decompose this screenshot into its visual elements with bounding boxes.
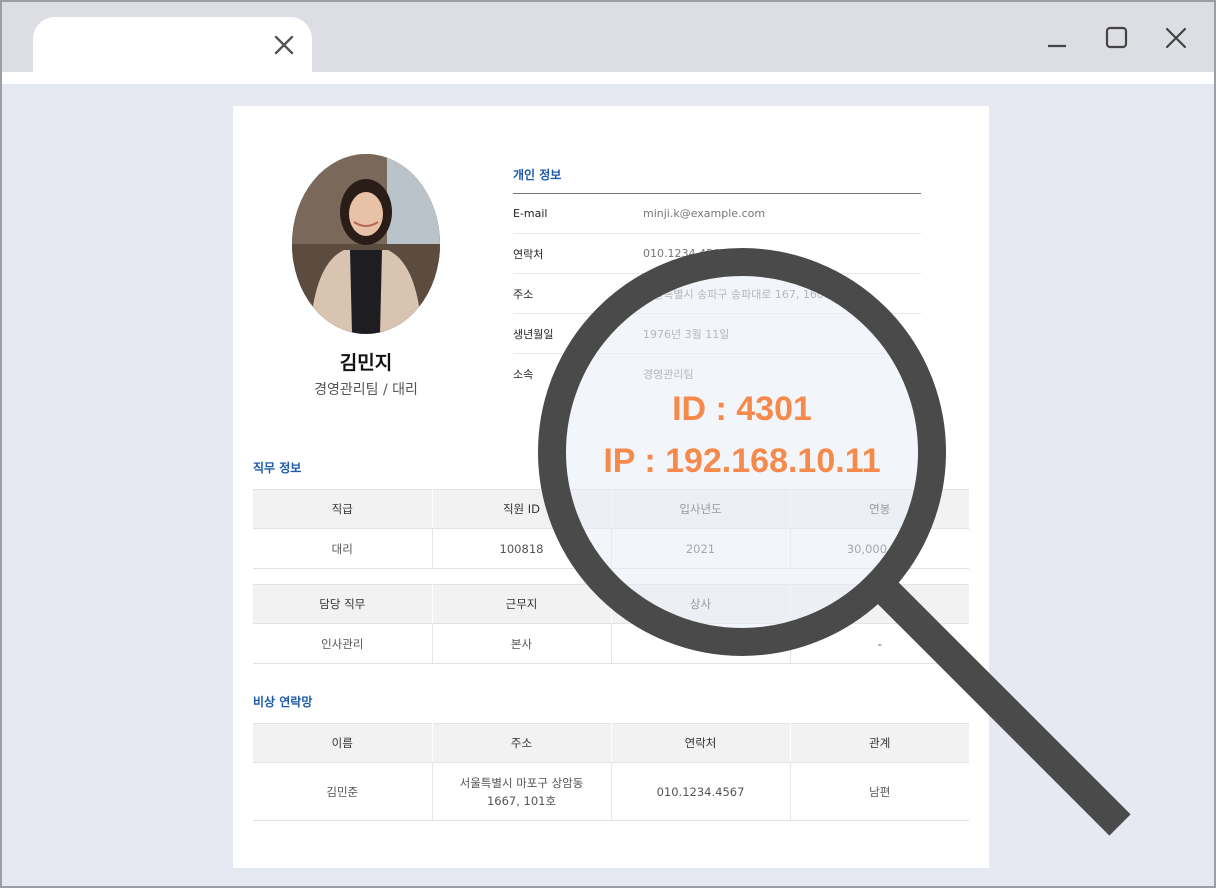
table-row: 대리 100818 2021 30,000,000 xyxy=(253,528,969,569)
info-label: 생년월일 xyxy=(513,327,554,341)
address-line-2: 1667, 101호 xyxy=(486,793,557,808)
info-label: E-mail xyxy=(513,207,548,220)
employee-department: 경영관리팀 / 대리 xyxy=(314,382,418,398)
table-cell: 010.1234.4567 xyxy=(611,762,791,821)
column-header: 상사 xyxy=(611,584,791,624)
browser-tab[interactable] xyxy=(33,17,312,77)
job-info-table-2: 담당 직무 근무지 상사 인사관리 본사 - xyxy=(253,584,969,664)
info-row-address: 주소 서울특별시 송파구 송파대로 167, 1608호 xyxy=(513,274,921,314)
column-header: 직원 ID xyxy=(432,489,612,529)
table-cell: 인사관리 xyxy=(253,623,433,664)
lens-ip-text: IP : 192.168.10.11 xyxy=(603,442,881,480)
table-cell: - xyxy=(790,623,969,664)
table-cell: 대리 xyxy=(253,528,433,569)
personal-info-title: 개인 정보 xyxy=(513,166,921,194)
column-header: 입사년도 xyxy=(611,489,791,529)
info-value: 1976년 3월 11일 xyxy=(643,327,730,341)
table-cell: 본사 xyxy=(432,623,612,664)
column-header: 근무지 xyxy=(432,584,612,624)
column-header xyxy=(790,584,969,624)
info-value: 경영관리팀 xyxy=(643,368,694,381)
column-header: 담당 직무 xyxy=(253,584,433,624)
address-line-1: 서울특별시 마포구 상암동 xyxy=(459,775,584,790)
table-row: 김민준 서울특별시 마포구 상암동 1667, 101호 010.1234.45… xyxy=(253,762,969,821)
profile-photo xyxy=(292,154,440,334)
lens-id-text: ID : 4301 xyxy=(672,390,812,428)
table-header-row: 담당 직무 근무지 상사 xyxy=(253,584,969,624)
job-info-table-1: 직급 직원 ID 입사년도 연봉 대리 100818 2021 30,000,0… xyxy=(253,489,969,569)
table-cell: 남편 xyxy=(790,762,969,821)
minimize-icon[interactable] xyxy=(1044,24,1072,52)
emergency-contact-title: 비상 연락망 xyxy=(253,695,313,709)
maximize-icon[interactable] xyxy=(1103,24,1131,52)
info-label: 주소 xyxy=(513,287,534,301)
table-cell: 100818 xyxy=(432,528,612,569)
personal-info-section: 개인 정보 E-mail minji.k@example.com 연락처 010… xyxy=(513,166,921,394)
info-label: 연락처 xyxy=(513,247,544,261)
column-header: 연락처 xyxy=(611,723,791,763)
info-row-email: E-mail minji.k@example.com xyxy=(513,194,921,234)
employee-profile-document: 김민지 경영관리팀 / 대리 개인 정보 E-mail minji.k@exam… xyxy=(233,106,989,868)
table-header-row: 이름 주소 연락처 관계 xyxy=(253,723,969,763)
column-header: 연봉 xyxy=(790,489,969,529)
info-value: 010.1234.4567 xyxy=(643,247,727,260)
info-row-affiliation: 소속 경영관리팀 xyxy=(513,354,921,394)
column-header: 주소 xyxy=(432,723,612,763)
close-icon[interactable] xyxy=(273,34,295,56)
column-header: 직급 xyxy=(253,489,433,529)
window-close-icon[interactable] xyxy=(1162,24,1190,52)
info-row-phone: 연락처 010.1234.4567 xyxy=(513,234,921,274)
employee-name: 김민지 xyxy=(339,352,393,374)
toolbar-strip xyxy=(2,72,1214,84)
info-label: 소속 xyxy=(513,368,534,381)
table-cell: 30,000,000 xyxy=(790,528,969,569)
table-row: 인사관리 본사 - xyxy=(253,623,969,664)
table-header-row: 직급 직원 ID 입사년도 연봉 xyxy=(253,489,969,529)
person-photo-illustration xyxy=(292,154,440,334)
job-info-title: 직무 정보 xyxy=(253,461,302,475)
column-header: 이름 xyxy=(253,723,433,763)
info-row-birthdate: 생년월일 1976년 3월 11일 xyxy=(513,314,921,354)
table-cell-address: 서울특별시 마포구 상암동 1667, 101호 xyxy=(432,762,612,821)
info-value: 서울특별시 송파구 송파대로 167, 1608호 xyxy=(643,287,842,301)
info-value: minji.k@example.com xyxy=(643,207,766,220)
column-header: 관계 xyxy=(790,723,969,763)
emergency-contact-table: 이름 주소 연락처 관계 김민준 서울특별시 마포구 상암동 1667, 101… xyxy=(253,723,969,821)
table-cell: 2021 xyxy=(611,528,791,569)
table-cell: 김민준 xyxy=(253,762,433,821)
browser-window: 김민지 경영관리팀 / 대리 개인 정보 E-mail minji.k@exam… xyxy=(0,0,1216,888)
table-cell xyxy=(611,623,791,664)
